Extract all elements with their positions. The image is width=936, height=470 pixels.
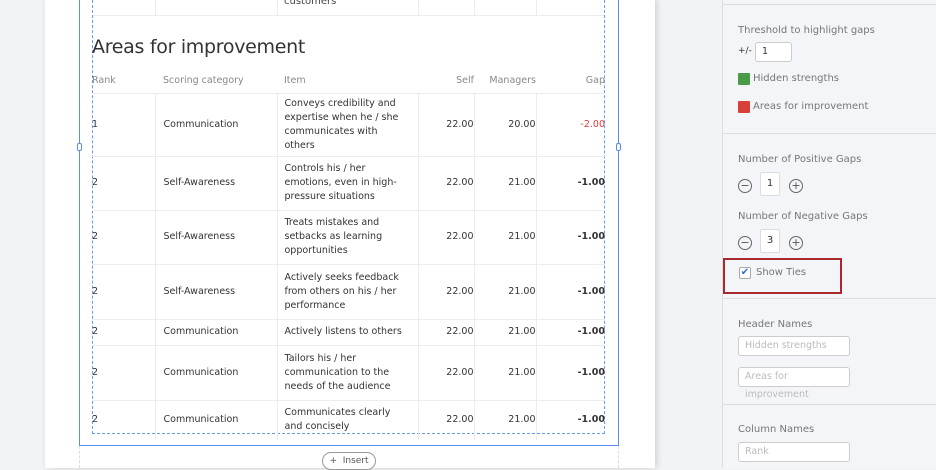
section-title: Areas for improvement	[92, 36, 306, 58]
minus-icon[interactable]: −	[738, 179, 752, 193]
gap-cell: -1.00	[535, 209, 605, 264]
item-cell: Actively seeks feedback from others on h…	[276, 263, 418, 319]
gap-cell: -2.00	[535, 92, 605, 156]
table-row: 2 Self-Awareness Treats mistakes and setba…	[92, 209, 605, 264]
gap-table: Rank Scoring category Item Self Managers…	[92, 68, 605, 440]
hidden-strengths-swatch[interactable]	[738, 73, 750, 85]
insert-button[interactable]: + Insert	[322, 452, 376, 470]
managers-score-cell: 21.00	[473, 263, 536, 319]
rank-column-input[interactable]: Rank	[738, 442, 850, 462]
table-row: 2 Communication Tailors his / her communic…	[92, 344, 605, 400]
gap-cell: -1.00	[535, 399, 605, 440]
category-cell: Self-Awareness	[154, 263, 277, 319]
col-gap: Gap	[585, 74, 605, 86]
rank-cell: 2	[92, 155, 155, 210]
rank-cell: 2	[92, 263, 155, 319]
gap-cell: -1.00	[535, 344, 605, 400]
item-cell: Conveys credibility and expertise when h…	[276, 92, 418, 156]
col-rank: Rank	[92, 74, 116, 86]
threshold-prefix: +/-	[738, 46, 752, 56]
plus-icon[interactable]: +	[789, 236, 803, 250]
column-names-section: Column Names Rank	[723, 404, 936, 468]
column-names-label: Column Names	[738, 424, 815, 435]
item-cell: Controls his / her emotions, even in hig…	[276, 155, 418, 210]
header-names-label: Header Names	[738, 319, 813, 330]
item-cell: Treats mistakes and setbacks as learning…	[276, 209, 418, 264]
managers-score-cell: 21.00	[473, 318, 536, 345]
positive-gaps-input[interactable]: 1	[760, 172, 780, 196]
managers-score-cell: 21.00	[473, 344, 536, 400]
table-row: 2 Communication Actively listens to others…	[92, 318, 605, 345]
category-cell: Communication	[154, 92, 277, 156]
settings-panel: Threshold to highlight gaps +/- 1 Hidden…	[722, 0, 936, 468]
category-cell: Self-Awareness	[154, 155, 277, 210]
hidden-strengths-header-input[interactable]: Hidden strengths	[738, 336, 850, 356]
col-managers: Managers	[489, 74, 536, 86]
category-cell: Communication	[154, 399, 277, 440]
rank-cell: 2	[92, 318, 155, 345]
minus-icon[interactable]: −	[738, 236, 752, 250]
table-row: 2 Communication Communicates clearly and c…	[92, 399, 605, 440]
threshold-label: Threshold to highlight gaps	[738, 25, 875, 36]
rank-cell: 2	[92, 209, 155, 264]
resize-handle-left[interactable]	[77, 143, 82, 151]
negative-gaps-label: Number of Negative Gaps	[738, 211, 868, 222]
hidden-strengths-legend: Hidden strengths	[753, 73, 839, 84]
managers-score-cell: 21.00	[473, 209, 536, 264]
self-score-cell: 22.00	[417, 318, 474, 345]
positive-gaps-label: Number of Positive Gaps	[738, 154, 862, 165]
managers-score-cell: 21.00	[473, 399, 536, 440]
negative-gaps-input[interactable]: 3	[760, 229, 780, 253]
col-item: Item	[284, 74, 306, 86]
checkmark-icon: ✔	[740, 267, 750, 278]
self-score-cell: 22.00	[417, 344, 474, 400]
areas-improvement-header-input[interactable]: Areas for improvement	[738, 367, 850, 400]
threshold-input[interactable]: 1	[755, 42, 792, 62]
self-score-cell: 22.00	[417, 155, 474, 210]
show-ties-checkbox[interactable]: ✔	[739, 267, 751, 279]
item-cell: Communicates clearly and concisely	[276, 399, 418, 440]
rank-cell: 2	[92, 399, 155, 440]
rank-cell: 2	[92, 344, 155, 400]
plus-icon[interactable]: +	[789, 179, 803, 193]
item-cell: Tailors his / her communication to the n…	[276, 344, 418, 400]
header-names-section: Header Names Hidden strengths Areas for …	[723, 298, 936, 404]
managers-score-cell: 20.00	[473, 92, 536, 156]
category-cell: Communication	[154, 344, 277, 400]
gap-cell: -1.00	[535, 155, 605, 210]
category-cell: Self-Awareness	[154, 209, 277, 264]
col-self: Self	[456, 74, 474, 86]
areas-improvement-legend: Areas for improvement	[753, 101, 869, 112]
self-score-cell: 22.00	[417, 263, 474, 319]
self-score-cell: 22.00	[417, 92, 474, 156]
table-row: 2 Self-Awareness Actively seeks feedback f…	[92, 263, 605, 319]
table-row: 2 Self-Awareness Controls his / her emotio…	[92, 155, 605, 210]
show-ties-label: Show Ties	[756, 267, 807, 278]
areas-improvement-swatch[interactable]	[738, 101, 750, 113]
table-row: 1 Communication Conveys credibility and ex…	[92, 92, 605, 156]
category-cell: Communication	[154, 318, 277, 345]
threshold-section: Threshold to highlight gaps +/- 1 Hidden…	[723, 4, 936, 132]
self-score-cell: 22.00	[417, 209, 474, 264]
resize-handle-right[interactable]	[616, 143, 621, 151]
col-category: Scoring category	[163, 74, 244, 86]
gap-cell: -1.00	[535, 318, 605, 345]
item-cell: Actively listens to others	[276, 318, 418, 345]
rank-cell: 1	[92, 92, 155, 156]
gap-cell: -1.00	[535, 263, 605, 319]
plus-icon: +	[329, 456, 337, 466]
self-score-cell: 22.00	[417, 399, 474, 440]
managers-score-cell: 21.00	[473, 155, 536, 210]
